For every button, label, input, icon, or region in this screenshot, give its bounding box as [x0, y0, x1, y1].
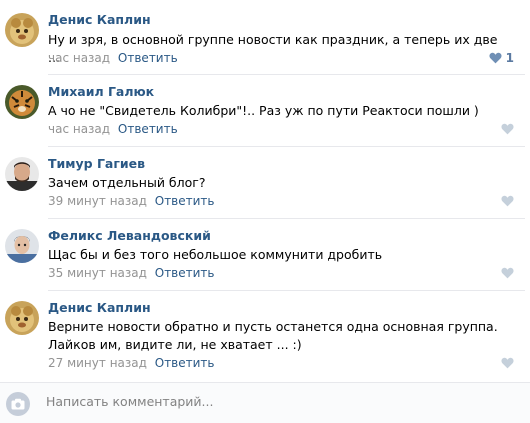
like-button[interactable] [501, 357, 514, 369]
comment-text: А чо не "Свидетель Колибри"!.. Раз уж по… [48, 103, 479, 118]
comment-text: Щас бы и без того небольшое коммунити др… [48, 247, 383, 262]
like-button[interactable]: 1 [489, 51, 514, 65]
comment-meta: час назад Ответить [48, 122, 178, 136]
heart-icon [501, 357, 514, 369]
heart-icon [489, 52, 502, 64]
comment-time[interactable]: час назад [48, 122, 110, 136]
comment-author[interactable]: Тимур Гагиев [48, 156, 145, 171]
heart-icon [501, 267, 514, 279]
heart-icon [501, 123, 514, 135]
like-button[interactable] [501, 267, 514, 279]
comment-input[interactable]: Написать комментарий... [46, 394, 213, 409]
like-count: 1 [505, 51, 514, 65]
reply-button[interactable]: Ответить [118, 51, 178, 65]
heart-icon [501, 195, 514, 207]
comment-time[interactable]: 27 минут назад [48, 356, 147, 370]
avatar[interactable] [5, 85, 39, 119]
comment-composer: Написать комментарий... [0, 383, 530, 423]
comment-author[interactable]: Феликс Левандовский [48, 228, 211, 243]
reply-button[interactable]: Ответить [118, 122, 178, 136]
camera-icon[interactable] [6, 392, 30, 416]
like-button[interactable] [501, 195, 514, 207]
reply-button[interactable]: Ответить [155, 194, 215, 208]
comment-meta: час назад Ответить [48, 51, 178, 65]
comment-time[interactable]: 39 минут назад [48, 194, 147, 208]
avatar[interactable] [5, 229, 39, 263]
avatar[interactable] [5, 157, 39, 191]
avatar[interactable] [5, 301, 39, 335]
comment-meta: 27 минут назад Ответить [48, 356, 215, 370]
comments-panel: Денис Каплин Ну и зря, в основной группе… [0, 0, 530, 423]
avatar[interactable] [5, 13, 39, 47]
comment-author[interactable]: Михаил Галюк [48, 84, 154, 99]
divider [48, 290, 525, 291]
divider [48, 218, 525, 219]
divider [48, 74, 525, 75]
divider [48, 146, 525, 147]
comment-author[interactable]: Денис Каплин [48, 12, 151, 27]
comment-meta: 39 минут назад Ответить [48, 194, 215, 208]
comment-author[interactable]: Денис Каплин [48, 300, 151, 315]
comment-text: Зачем отдельный блог? [48, 175, 206, 190]
like-button[interactable] [501, 123, 514, 135]
reply-button[interactable]: Ответить [155, 356, 215, 370]
comment-time[interactable]: час назад [48, 51, 110, 65]
reply-button[interactable]: Ответить [155, 266, 215, 280]
comment-meta: 35 минут назад Ответить [48, 266, 215, 280]
comment-time[interactable]: 35 минут назад [48, 266, 147, 280]
comment-text: Верните новости обратно и пусть останетс… [48, 319, 498, 352]
